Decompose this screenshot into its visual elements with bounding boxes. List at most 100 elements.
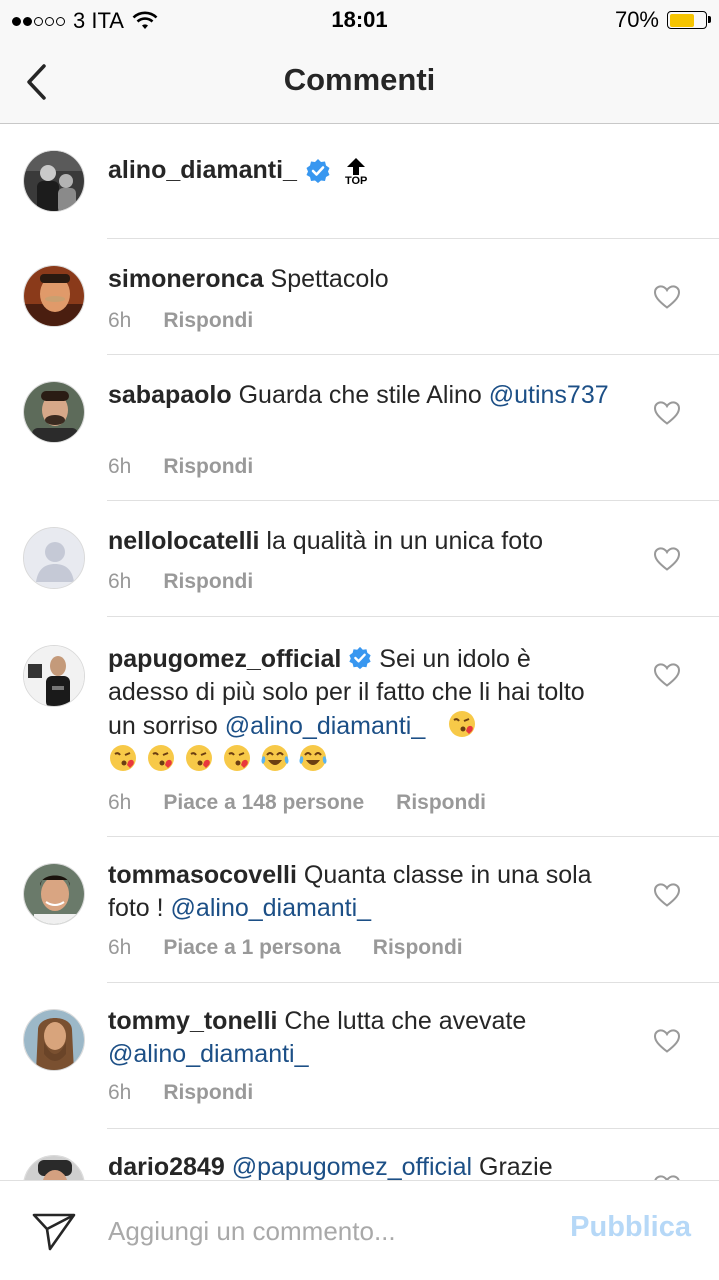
reply-button[interactable]: Rispondi	[163, 455, 253, 479]
comment-username[interactable]: sabapaolo	[108, 381, 232, 409]
comment-item: dario2849 @papugomez_official Grazie	[0, 1129, 719, 1180]
comment-body: Grazie	[472, 1153, 553, 1180]
avatar-photo	[24, 864, 84, 924]
reply-button[interactable]: Rispondi	[163, 570, 253, 594]
page-title: Commenti	[283, 62, 436, 97]
avatar-photo	[24, 646, 84, 706]
comment-item: papugomez_official Sei un idolo è adesso…	[0, 617, 719, 836]
comment-username[interactable]: tommy_tonelli	[108, 1007, 277, 1035]
comment-item: simoneronca Spettacolo 6h Rispondi	[0, 239, 719, 353]
comment-body: la qualità in un unica foto	[259, 527, 543, 555]
comment-text: sabapaolo Guarda che stile Alino @utins7…	[108, 379, 628, 412]
avatar[interactable]	[23, 265, 85, 327]
reply-button[interactable]: Rispondi	[396, 791, 486, 815]
battery-level	[669, 13, 694, 27]
comment-text: nellolocatelli la qualità in un unica fo…	[108, 525, 628, 558]
comment-username[interactable]: nellolocatelli	[108, 527, 259, 555]
comment-item: tommy_tonelli Che lutta che avevate @ali…	[0, 983, 719, 1128]
comment-body: Spettacolo	[263, 265, 389, 293]
mention-link[interactable]: @alino_diamanti_	[108, 1040, 309, 1068]
comment-time: 6h	[108, 309, 132, 332]
heart-icon[interactable]	[653, 284, 681, 310]
comment-body: Che lutta che avevate	[277, 1007, 527, 1035]
battery-percent: 70%	[614, 7, 659, 32]
likes-count-button[interactable]: Piace a 148 persone	[163, 791, 364, 815]
avatar[interactable]	[23, 381, 85, 443]
avatar[interactable]	[23, 1009, 85, 1071]
avatar[interactable]	[23, 863, 85, 925]
tears-of-joy-emoji-icon	[299, 745, 327, 771]
top-badge-label: TOP	[344, 175, 368, 187]
kissing-face-emoji-icon	[449, 711, 476, 737]
heart-icon[interactable]	[653, 400, 681, 426]
mention-link[interactable]: @alino_diamanti_	[171, 894, 372, 922]
comment-input[interactable]	[108, 1209, 538, 1253]
comment-meta: 6h Piace a 1 persona Rispondi	[108, 936, 463, 960]
comment-time: 6h	[108, 455, 132, 478]
comment-text: papugomez_official Sei un idolo è adesso…	[108, 643, 588, 777]
mention-link[interactable]: @papugomez_official	[232, 1153, 472, 1180]
heart-icon[interactable]	[653, 662, 681, 688]
heart-icon[interactable]	[653, 1028, 681, 1054]
kissing-face-emoji-icon	[224, 745, 250, 771]
reply-button[interactable]: Rispondi	[163, 1081, 253, 1105]
kissing-face-emoji-icon	[148, 745, 174, 771]
comment-time: 6h	[108, 570, 132, 593]
avatar[interactable]	[23, 1155, 85, 1180]
comment-text: tommasocovelli Quanta classe in una sola…	[108, 859, 628, 925]
comment-meta: 6h Rispondi	[108, 309, 253, 333]
direct-send-icon[interactable]	[30, 1209, 78, 1253]
comment-time: 6h	[108, 936, 132, 959]
avatar[interactable]	[23, 645, 85, 707]
heart-icon[interactable]	[653, 882, 681, 908]
reply-button[interactable]: Rispondi	[373, 936, 463, 960]
status-time: 18:01	[331, 7, 388, 32]
comment-item: tommasocovelli Quanta classe in una sola…	[0, 837, 719, 982]
kissing-face-emoji-icon	[186, 745, 212, 771]
comment-meta: 6h Rispondi	[108, 455, 253, 479]
status-bar: 3 ITA 18:01 70%	[0, 0, 719, 40]
status-right: 70%	[614, 7, 711, 33]
mention-link[interactable]: @alino_diamanti_	[225, 712, 426, 740]
comment-username[interactable]: dario2849	[108, 1153, 225, 1180]
caption-username[interactable]: alino_diamanti_	[108, 156, 297, 185]
comment-item: nellolocatelli la qualità in un unica fo…	[0, 501, 719, 616]
comment-meta: 6h Rispondi	[108, 570, 253, 594]
avatar[interactable]	[23, 527, 85, 589]
avatar-photo	[24, 151, 84, 211]
verified-badge-icon	[349, 646, 371, 670]
nav-bar: Commenti	[0, 40, 719, 124]
avatar-photo	[24, 382, 84, 442]
avatar[interactable]	[23, 150, 85, 212]
heart-icon[interactable]	[653, 546, 681, 572]
mention-link[interactable]: @utins737	[489, 381, 609, 409]
comment-username[interactable]: simoneronca	[108, 265, 264, 293]
top-badge: TOP	[345, 158, 367, 187]
comment-body: Guarda che stile Alino	[231, 381, 489, 409]
comment-item: sabapaolo Guarda che stile Alino @utins7…	[0, 355, 719, 500]
verified-badge-icon	[306, 158, 330, 183]
default-avatar-icon	[24, 528, 84, 588]
caption-user: alino_diamanti_ TOP	[108, 154, 367, 187]
comment-time: 6h	[108, 1081, 132, 1104]
comment-input-bar: Pubblica	[0, 1180, 719, 1280]
comment-username[interactable]: papugomez_official	[108, 645, 341, 673]
likes-count-button[interactable]: Piace a 1 persona	[163, 936, 340, 960]
arrow-up-icon	[347, 158, 366, 175]
avatar-photo	[24, 1156, 84, 1180]
battery-icon	[667, 11, 711, 29]
comment-time: 6h	[108, 791, 132, 814]
kissing-face-emoji-icon	[110, 745, 136, 771]
comment-meta: 6h Rispondi	[108, 1081, 253, 1105]
comment-text: tommy_tonelli Che lutta che avevate @ali…	[108, 1005, 628, 1071]
reply-button[interactable]: Rispondi	[163, 309, 253, 333]
tears-of-joy-emoji-icon	[261, 745, 289, 771]
avatar-photo	[24, 1010, 84, 1070]
comment-text: dario2849 @papugomez_official Grazie	[108, 1151, 628, 1180]
avatar-photo	[24, 266, 84, 326]
publish-button[interactable]: Pubblica	[570, 1211, 691, 1244]
comment-username[interactable]: tommasocovelli	[108, 861, 297, 889]
comment-text: simoneronca Spettacolo	[108, 263, 628, 296]
comment-meta: 6h Piace a 148 persone Rispondi	[108, 791, 486, 815]
post-caption: alino_diamanti_ TOP	[0, 124, 719, 238]
